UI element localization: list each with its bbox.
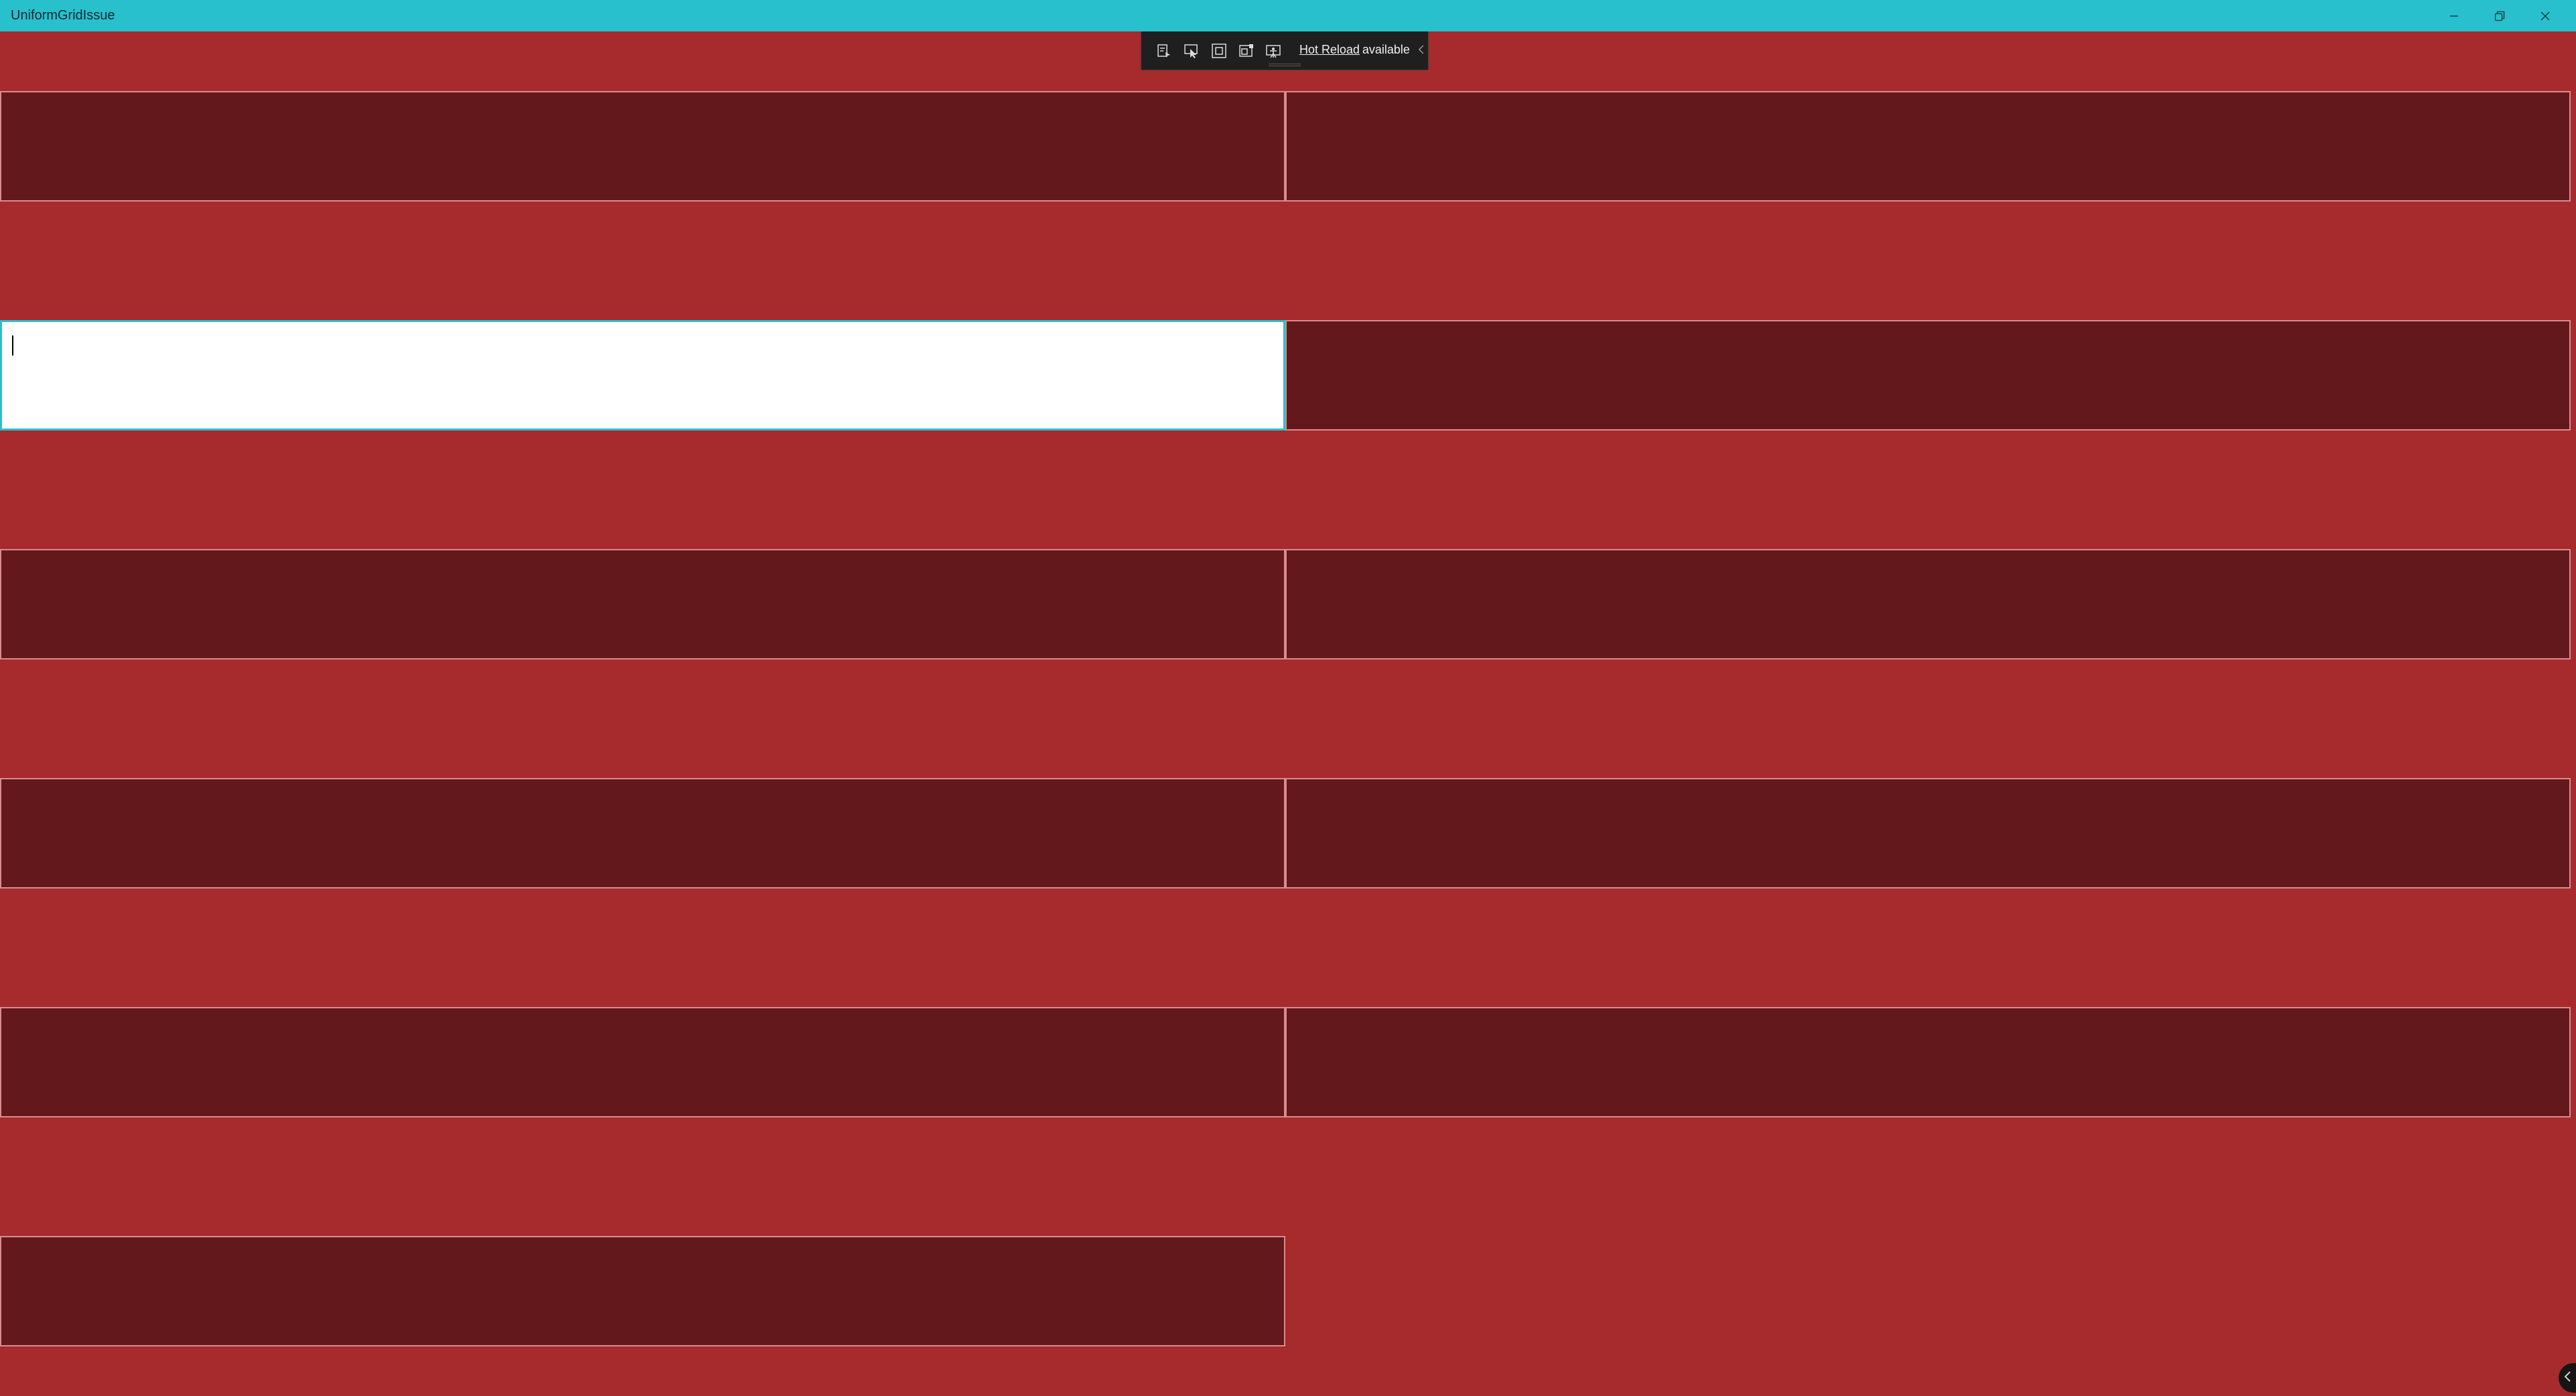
chevron-left-icon [2563, 1370, 2572, 1387]
app-window: UniformGridIssue Hot Reload available [0, 0, 2576, 1396]
accessibility-checker-button[interactable] [1265, 42, 1283, 60]
track-focused-element-icon [1238, 43, 1255, 59]
collapse-chevron-icon [1418, 44, 1425, 58]
text-box-r2-c2[interactable] [1285, 320, 2571, 431]
hot-reload-link[interactable]: Hot Reload [1299, 40, 1360, 60]
title-bar[interactable]: UniformGridIssue [0, 0, 2576, 31]
layout-adorners-button[interactable] [1210, 42, 1228, 60]
text-caret [12, 335, 13, 356]
text-box-r1-c1[interactable] [0, 91, 1285, 202]
go-to-live-visual-tree-icon [1156, 43, 1172, 59]
hot-reload-toolbar: Hot Reload available [1141, 31, 1429, 70]
display-layout-adorners-icon [1211, 43, 1227, 59]
hot-reload-status: available [1362, 43, 1411, 56]
collapse-toolbar-button[interactable] [1416, 42, 1427, 60]
select-element-button[interactable] [1182, 42, 1201, 60]
text-box-r2-c1-focused[interactable] [0, 320, 1285, 431]
toolbar-drag-handle[interactable] [1269, 64, 1301, 66]
restore-button[interactable] [2477, 0, 2522, 31]
window-title: UniformGridIssue [11, 8, 115, 23]
minimize-button[interactable] [2431, 0, 2477, 31]
select-element-icon [1184, 43, 1200, 59]
text-box-r1-c2[interactable] [1285, 91, 2571, 202]
side-panel-peek-handle[interactable] [2559, 1363, 2576, 1393]
text-box-r3-c1[interactable] [0, 549, 1285, 660]
text-box-r6-c1[interactable] [0, 1236, 1285, 1346]
text-box-r3-c2[interactable] [1285, 549, 2571, 660]
text-box-r5-c1[interactable] [0, 1007, 1285, 1117]
close-button[interactable] [2522, 0, 2568, 31]
restore-icon [2494, 11, 2505, 21]
track-focused-element-button[interactable] [1237, 42, 1256, 60]
display-accessibility-checker-icon [1265, 43, 1283, 59]
text-box-r5-c2[interactable] [1285, 1007, 2571, 1117]
live-visual-tree-button[interactable] [1155, 42, 1174, 60]
minimize-icon [2449, 11, 2459, 21]
text-box-r4-c1[interactable] [0, 778, 1285, 888]
text-box-r4-c2[interactable] [1285, 778, 2571, 888]
close-icon [2540, 11, 2551, 21]
